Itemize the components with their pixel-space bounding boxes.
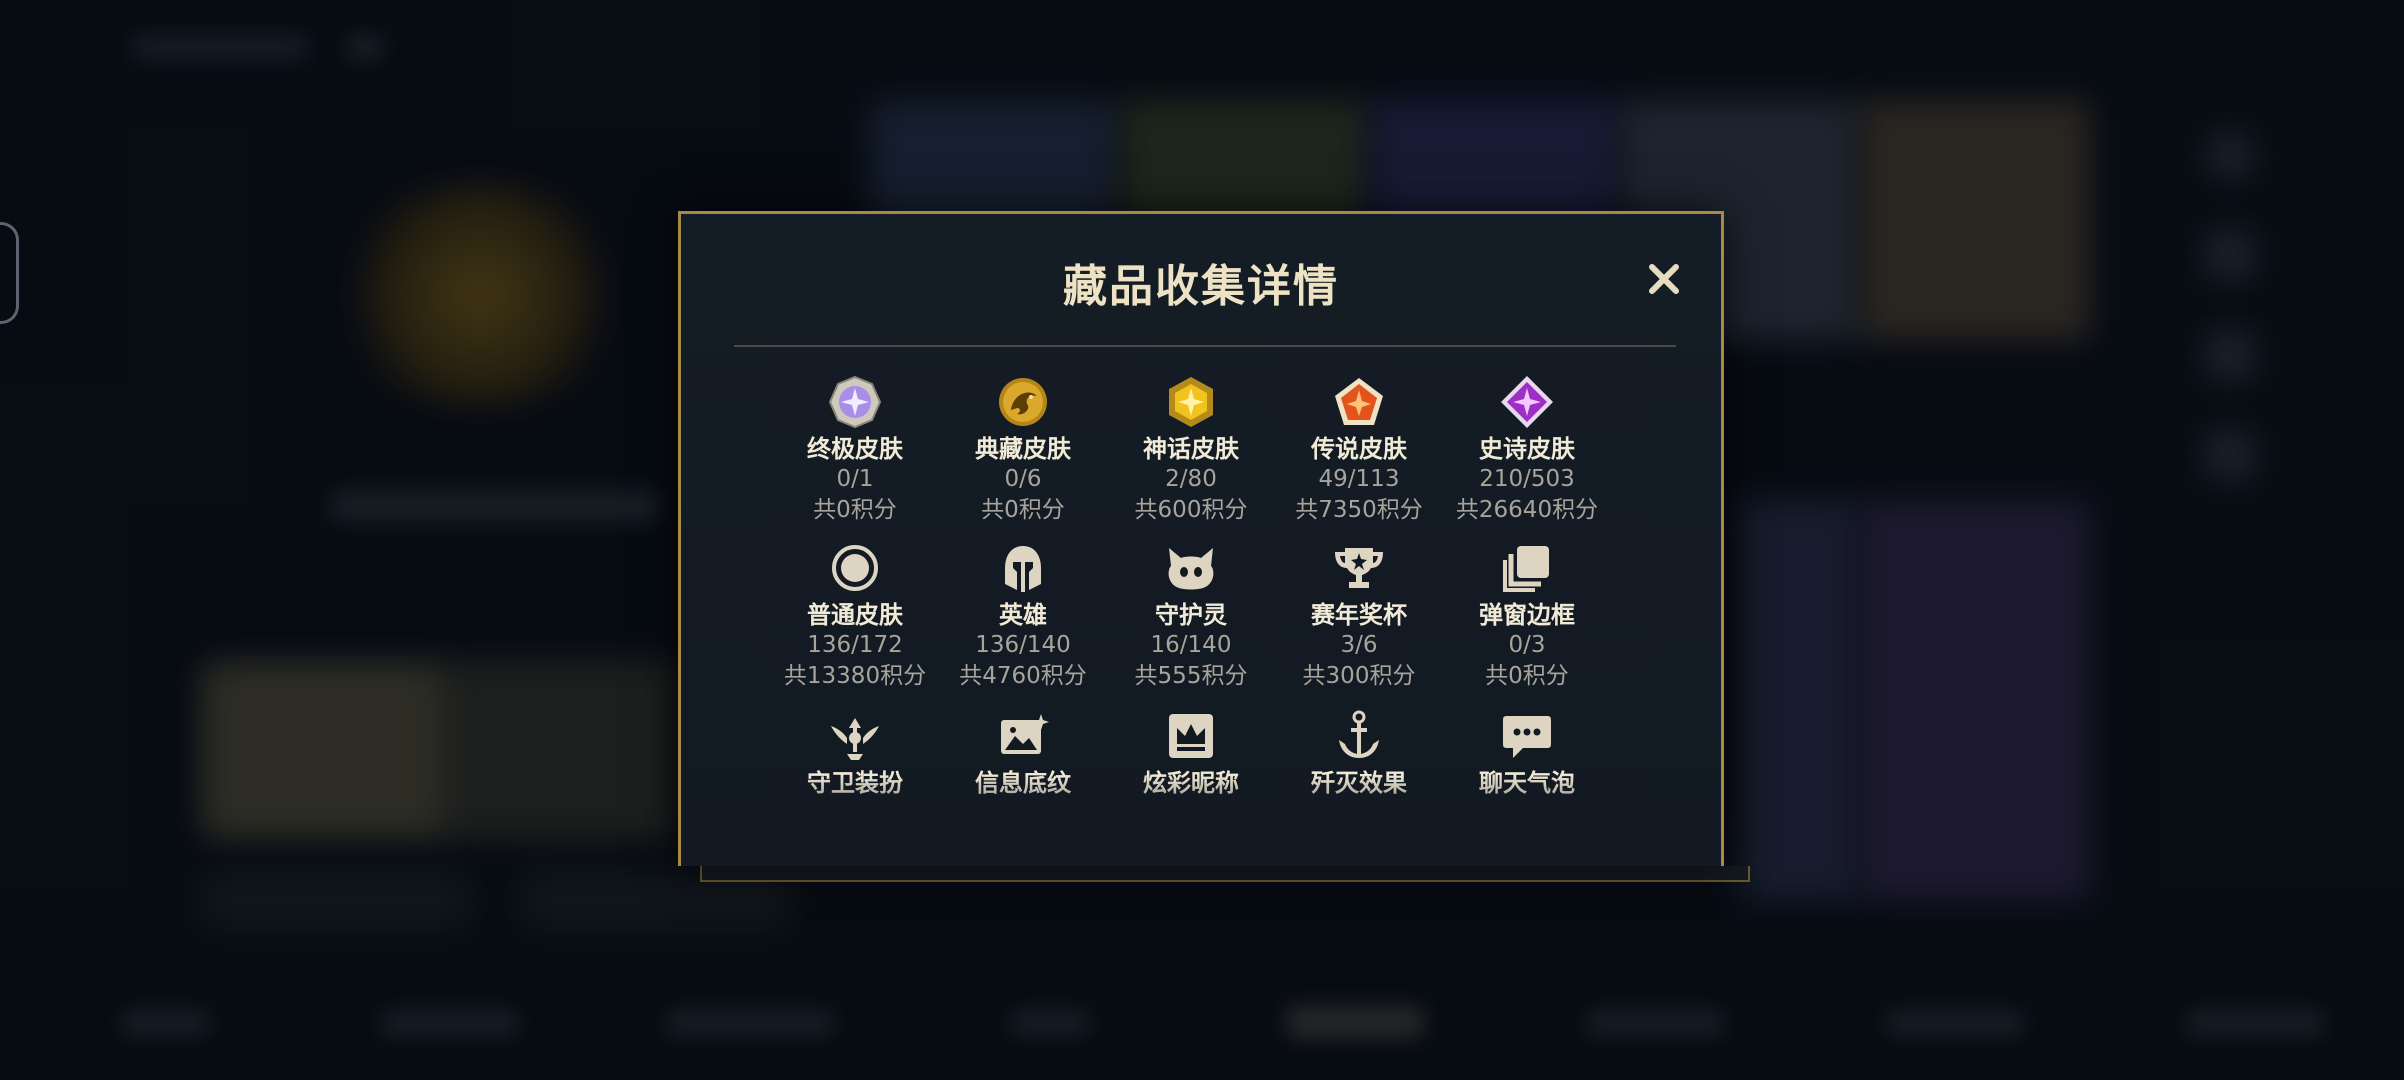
category-name: 弹窗边框	[1479, 601, 1575, 629]
category-count: 3/6	[1340, 632, 1378, 658]
category-mythic-skins[interactable]: 神话皮肤 2/80 共600积分	[1107, 374, 1275, 526]
category-name: 终极皮肤	[807, 435, 903, 463]
category-name: 神话皮肤	[1143, 435, 1239, 463]
category-season-trophies[interactable]: 赛年奖杯 3/6 共300积分	[1275, 540, 1443, 692]
image-sparkle-icon	[1001, 714, 1049, 754]
category-count: 136/140	[975, 632, 1071, 658]
category-points: 共0积分	[981, 497, 1065, 523]
ring-icon	[832, 545, 878, 591]
scroll-fade-overlay	[681, 774, 1721, 866]
mythic-gem-icon	[1169, 377, 1213, 427]
category-guardians[interactable]: 守护灵 16/140 共555积分	[1107, 540, 1275, 692]
category-points: 共0积分	[1485, 663, 1569, 689]
category-count: 2/80	[1165, 466, 1217, 492]
chat-bubble-icon	[1503, 716, 1551, 758]
anchor-icon	[1339, 710, 1379, 758]
category-prestige-skins[interactable]: 典藏皮肤 0/6 共0积分	[939, 374, 1107, 526]
category-count: 136/172	[807, 632, 903, 658]
title-divider	[734, 345, 1676, 347]
category-ultimate-skins[interactable]: 终极皮肤 0/1 共0积分	[771, 374, 939, 526]
collection-details-dialog: 藏品收集详情 终极皮肤 0/1 共0积分 典藏皮肤 0/6 共0积分 神话皮肤 …	[678, 211, 1724, 866]
category-name: 赛年奖杯	[1311, 601, 1407, 629]
category-points: 共555积分	[1134, 663, 1248, 689]
category-points: 共7350积分	[1295, 497, 1423, 523]
category-count: 0/3	[1508, 632, 1546, 658]
category-name: 守护灵	[1155, 601, 1227, 629]
category-points: 共300积分	[1302, 663, 1416, 689]
category-popup-frames[interactable]: 弹窗边框 0/3 共0积分	[1443, 540, 1611, 692]
category-points: 共4760积分	[959, 663, 1087, 689]
category-name: 普通皮肤	[807, 601, 903, 629]
ward-icon	[831, 718, 879, 760]
category-epic-skins[interactable]: 史诗皮肤 210/503 共26640积分	[1443, 374, 1611, 526]
epic-gem-icon	[1501, 376, 1553, 428]
category-count: 16/140	[1150, 632, 1232, 658]
modal-bottom-edge	[700, 866, 1750, 882]
category-count: 0/6	[1004, 466, 1042, 492]
category-name: 典藏皮肤	[975, 435, 1071, 463]
category-points: 共26640积分	[1455, 497, 1599, 523]
category-normal-skins[interactable]: 普通皮肤 136/172 共13380积分	[771, 540, 939, 692]
category-points: 共13380积分	[783, 663, 927, 689]
dialog-title: 藏品收集详情	[1063, 261, 1339, 312]
trophy-icon	[1335, 548, 1383, 588]
category-count: 0/1	[836, 466, 874, 492]
ultimate-gem-icon	[828, 375, 882, 429]
category-name: 传说皮肤	[1311, 435, 1407, 463]
close-icon[interactable]	[1641, 256, 1687, 302]
side-drawer-tab[interactable]	[0, 222, 19, 324]
category-heroes[interactable]: 英雄 136/140 共4760积分	[939, 540, 1107, 692]
category-legendary-skins[interactable]: 传说皮肤 49/113 共7350积分	[1275, 374, 1443, 526]
category-points: 共0积分	[813, 497, 897, 523]
frame-stack-icon	[1503, 546, 1549, 592]
category-name: 史诗皮肤	[1479, 435, 1575, 463]
dragon-emblem-icon	[999, 378, 1047, 426]
category-points: 共600积分	[1134, 497, 1248, 523]
helmet-icon	[1005, 546, 1041, 592]
category-count: 210/503	[1479, 466, 1575, 492]
category-count: 49/113	[1318, 466, 1400, 492]
guardian-face-icon	[1168, 548, 1214, 590]
crown-card-icon	[1169, 714, 1213, 758]
category-name: 英雄	[999, 601, 1047, 629]
legendary-gem-icon	[1335, 378, 1383, 425]
